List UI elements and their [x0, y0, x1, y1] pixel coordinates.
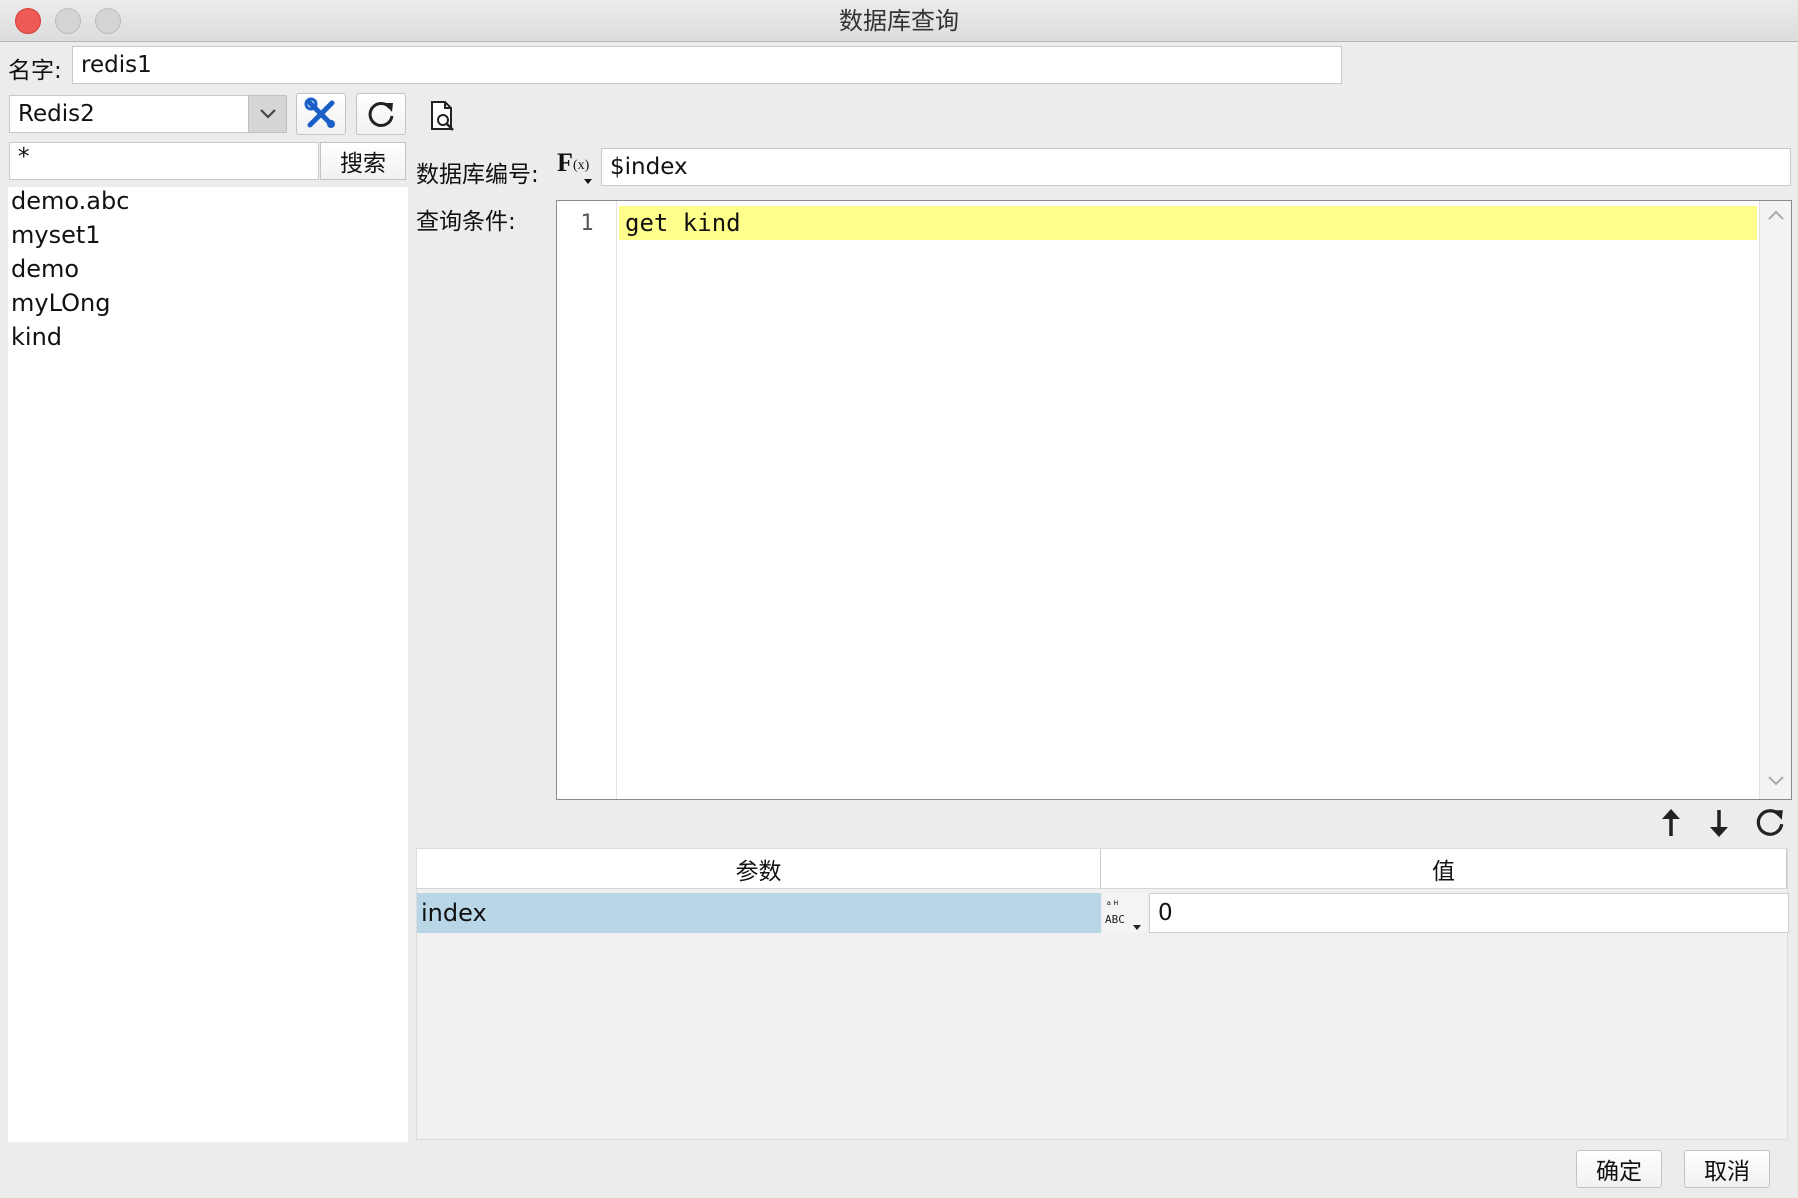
window-title: 数据库查询 — [839, 7, 959, 35]
refresh-icon — [1756, 809, 1784, 836]
list-item[interactable]: demo.abc — [11, 187, 129, 215]
db-index-label: 数据库编号: — [416, 162, 539, 188]
connection-dropdown-toggle[interactable] — [248, 95, 287, 133]
value-type-button[interactable]: ᵃᴴ ABC — [1103, 893, 1147, 933]
preview-document-icon — [431, 101, 454, 131]
query-label: 查询条件: — [416, 209, 516, 235]
search-button[interactable]: 搜索 — [320, 142, 406, 180]
params-table: 参数 值 index ᵃᴴ ABC 0 — [416, 848, 1789, 1140]
key-search-input[interactable]: * — [9, 142, 319, 180]
list-item[interactable]: kind — [11, 323, 62, 351]
code-line[interactable]: get kind — [619, 206, 1757, 240]
table-row-param-value[interactable]: 0 — [1149, 893, 1789, 933]
function-button[interactable]: F (x) — [556, 146, 596, 188]
connection-settings-button[interactable] — [296, 93, 346, 135]
svg-text:ᵃᴴ: ᵃᴴ — [1105, 898, 1119, 912]
cancel-button[interactable]: 取消 — [1684, 1150, 1770, 1188]
move-up-icon — [1662, 809, 1680, 836]
list-item[interactable]: demo — [11, 255, 79, 283]
function-fx-icon: F (x) — [557, 148, 592, 184]
svg-text:F: F — [557, 148, 573, 177]
scroll-down-icon[interactable] — [1767, 775, 1785, 787]
connection-select[interactable]: Redis2 — [9, 95, 287, 133]
preview-button[interactable] — [428, 99, 462, 135]
name-label: 名字: — [8, 58, 62, 84]
editor-scrollbar[interactable] — [1759, 201, 1791, 799]
db-index-input[interactable]: $index — [601, 148, 1791, 186]
connection-selected-label: Redis2 — [18, 101, 95, 127]
table-header-param[interactable]: 参数 — [417, 849, 1101, 889]
abc-type-icon: ᵃᴴ ABC — [1105, 898, 1141, 930]
move-down-button[interactable] — [1704, 806, 1734, 840]
svg-text:ABC: ABC — [1105, 913, 1125, 926]
list-item[interactable]: myset1 — [11, 221, 101, 249]
refresh-icon — [368, 101, 394, 127]
line-number: 1 — [580, 211, 594, 236]
chevron-down-icon — [259, 109, 276, 119]
list-item[interactable]: myLOng — [11, 289, 110, 317]
name-input[interactable]: redis1 — [72, 46, 1342, 84]
move-up-button[interactable] — [1656, 806, 1686, 840]
scroll-up-icon[interactable] — [1767, 209, 1785, 221]
query-editor[interactable]: 1 get kind — [556, 200, 1792, 800]
table-row-param-name[interactable]: index — [417, 893, 1101, 933]
table-header-value[interactable]: 值 — [1101, 849, 1787, 889]
refresh-params-button[interactable] — [1754, 806, 1788, 840]
move-down-icon — [1710, 810, 1728, 837]
settings-tools-icon — [304, 97, 335, 128]
ok-button[interactable]: 确定 — [1576, 1150, 1662, 1188]
key-list: demo.abc myset1 demo myLOng kind — [8, 187, 408, 1142]
editor-gutter — [557, 201, 617, 799]
svg-text:(x): (x) — [573, 158, 590, 173]
refresh-connection-button[interactable] — [356, 93, 406, 135]
